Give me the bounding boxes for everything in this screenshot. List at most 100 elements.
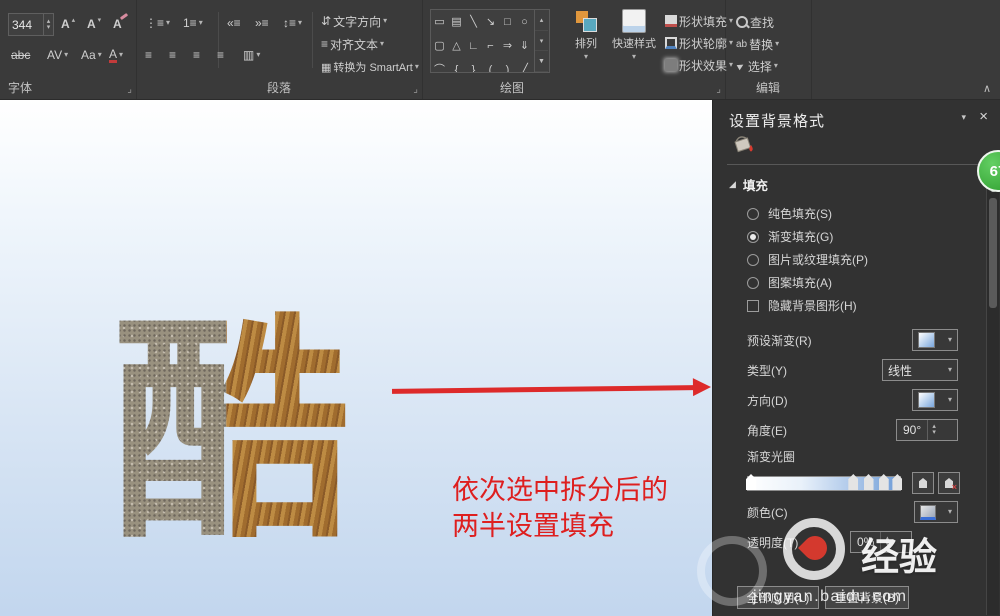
arrange-button[interactable]: 排列 ▾ <box>568 9 604 61</box>
decrease-indent-button[interactable]: «≡ <box>224 12 244 34</box>
chevron-down-icon: ▾ <box>119 50 124 59</box>
numbering-button[interactable]: 1≡ ▾ <box>180 12 206 34</box>
shape-rectangle-icon[interactable]: □ <box>499 10 516 34</box>
align-right-button[interactable]: ≡ <box>190 44 203 66</box>
align-left-button[interactable]: ≡ <box>142 44 155 66</box>
gradient-stop-handle[interactable] <box>746 474 756 490</box>
powerpoint-window: ▴ ▾ A ▴ A ▾ A abc AV ▾ Aa <box>0 0 1000 616</box>
font-size-spinner[interactable]: ▴ ▾ <box>43 14 53 35</box>
shape-rounded-rectangle-icon[interactable]: ▢ <box>431 34 448 58</box>
fill-option-gradient[interactable]: 渐变填充(G) <box>713 225 1000 248</box>
angle-spinner[interactable]: ▴ ▾ <box>927 420 940 440</box>
slide-canvas[interactable]: 酷 酷 依次选中拆分后的 两半设置填充 <box>0 100 712 616</box>
line-spacing-button[interactable]: ↕≡ ▾ <box>280 12 305 34</box>
add-gradient-stop-button[interactable] <box>912 472 934 494</box>
character-spacing-button[interactable]: AV ▾ <box>44 44 71 66</box>
transparency-spinbox[interactable]: 0% ▴ ▾ <box>850 531 912 553</box>
gradient-stop-handle[interactable] <box>878 474 889 490</box>
strikethrough-button[interactable]: abc <box>8 44 33 66</box>
shape-left-brace-icon[interactable]: { <box>448 58 465 72</box>
select-icon: ► <box>733 58 748 74</box>
close-icon[interactable]: × <box>979 108 988 125</box>
change-case-button[interactable]: Aa ▾ <box>78 44 105 66</box>
columns-icon: ▥ <box>243 48 255 62</box>
shape-elbow-connector-icon[interactable]: ⌐ <box>482 34 499 58</box>
shape-oval-icon[interactable]: ○ <box>516 10 533 34</box>
preset-gradient-dropdown[interactable]: ▾ <box>912 329 958 351</box>
shape-right-angle-icon[interactable]: ∟ <box>465 34 482 58</box>
gallery-scroll-up-icon[interactable]: ▴ <box>535 10 548 31</box>
text-direction-button[interactable]: ⇵ 文字方向 ▾ <box>318 10 390 32</box>
shape-textbox-icon[interactable]: ▭ <box>431 10 448 34</box>
apply-to-all-button[interactable]: 全部应用(L) <box>737 586 819 609</box>
gradient-swatch-icon <box>918 332 935 348</box>
find-button[interactable]: 查找 <box>733 11 777 33</box>
shape-line-icon[interactable]: ╲ <box>465 10 482 34</box>
fill-option-label: 渐变填充(G) <box>768 230 834 244</box>
dialog-launcher-icon[interactable]: ⌟ <box>413 84 418 95</box>
columns-button[interactable]: ▥ ▾ <box>240 44 263 66</box>
spin-down-icon[interactable]: ▾ <box>886 541 890 548</box>
fill-option-picture[interactable]: 图片或纹理填充(P) <box>713 248 1000 271</box>
gallery-more-icon[interactable]: ▼ <box>535 51 548 72</box>
fill-icon-row <box>713 132 1000 160</box>
gradient-angle-value: 90° <box>903 423 922 437</box>
background-fill-bucket-icon[interactable] <box>731 132 757 156</box>
shape-down-arrow-icon[interactable]: ⇓ <box>516 34 533 58</box>
fill-option-solid[interactable]: 纯色填充(S) <box>713 202 1000 225</box>
shape-right-arrow-icon[interactable]: ⇒ <box>499 34 516 58</box>
spin-down-icon[interactable]: ▾ <box>932 429 936 436</box>
grow-font-button[interactable]: A ▴ <box>58 13 78 35</box>
gallery-scroll-down-icon[interactable]: ▾ <box>535 31 548 52</box>
gradient-stop-handle[interactable] <box>863 474 874 490</box>
gradient-stop-handle[interactable] <box>848 474 859 490</box>
pane-scrollbar[interactable]: ▴ <box>986 184 999 615</box>
stop-color-dropdown[interactable]: ▾ <box>914 501 958 523</box>
select-button[interactable]: ► 选择 ▾ <box>733 55 781 77</box>
font-size-input[interactable] <box>9 14 43 35</box>
pane-options-icon[interactable]: ▾ <box>961 112 966 123</box>
shape-arc-icon[interactable]: ⌒ <box>431 58 448 72</box>
quick-styles-button[interactable]: 快速样式 ▾ <box>610 9 658 61</box>
down-arrow-icon: ▾ <box>97 17 102 24</box>
gradient-stop-handle[interactable] <box>892 474 903 490</box>
dialog-launcher-icon[interactable]: ⌟ <box>127 84 132 95</box>
transparency-spinner[interactable]: ▴ ▾ <box>880 532 893 552</box>
annotation-line1: 依次选中拆分后的 <box>452 475 668 505</box>
align-text-button[interactable]: ≡ 对齐文本 ▾ <box>318 33 387 55</box>
shape-right-brace-icon[interactable]: } <box>465 58 482 72</box>
replace-icon: ab <box>736 38 748 50</box>
shape-triangle-icon[interactable]: △ <box>448 34 465 58</box>
shape-left-bracket-icon[interactable]: ( <box>482 58 499 72</box>
gradient-direction-dropdown[interactable]: ▾ <box>912 389 958 411</box>
shape-arrow-icon[interactable]: ↘ <box>482 10 499 34</box>
clear-formatting-button[interactable]: A <box>110 12 128 35</box>
font-color-button[interactable]: A ▾ <box>106 44 126 66</box>
annotation-text[interactable]: 依次选中拆分后的 两半设置填充 <box>452 472 668 544</box>
increase-indent-button[interactable]: »≡ <box>252 12 272 34</box>
reset-background-button[interactable]: 重置背景(B) <box>825 586 909 609</box>
fill-option-pattern[interactable]: 图案填充(A) <box>713 271 1000 294</box>
scrollbar-thumb[interactable] <box>989 198 997 308</box>
gradient-type-dropdown[interactable]: 线性 ▾ <box>882 359 958 381</box>
shape-vertical-textbox-icon[interactable]: ▤ <box>448 10 465 34</box>
line-spacing-icon: ↕≡ <box>283 16 297 30</box>
justify-button[interactable]: ≡ <box>214 44 227 66</box>
shrink-font-button[interactable]: A ▾ <box>84 13 104 35</box>
gradient-angle-spinbox[interactable]: 90° ▴ ▾ <box>896 419 958 441</box>
spin-down-icon[interactable]: ▾ <box>47 24 51 31</box>
hide-background-graphics-checkbox[interactable]: 隐藏背景图形(H) <box>713 294 1000 317</box>
dialog-launcher-icon[interactable]: ⌟ <box>716 84 721 95</box>
collapse-ribbon-icon[interactable]: ∧ <box>978 80 996 97</box>
fill-section-header[interactable]: ◢ 填充 <box>729 175 1000 194</box>
remove-x-icon: × <box>951 482 957 492</box>
align-center-button[interactable]: ≡ <box>166 44 179 66</box>
convert-smartart-button[interactable]: ▦ 转换为 SmartArt ▾ <box>318 56 422 78</box>
remove-gradient-stop-button[interactable]: × <box>938 472 960 494</box>
shape-curve-icon[interactable]: ╱ <box>516 58 533 72</box>
red-arrow-shape[interactable] <box>391 385 695 394</box>
gradient-stops-bar[interactable] <box>746 474 903 491</box>
bullets-button[interactable]: ⋮≡ ▾ <box>142 12 173 34</box>
shape-right-bracket-icon[interactable]: ) <box>499 58 516 72</box>
replace-button[interactable]: ab 替换 ▾ <box>733 33 782 55</box>
